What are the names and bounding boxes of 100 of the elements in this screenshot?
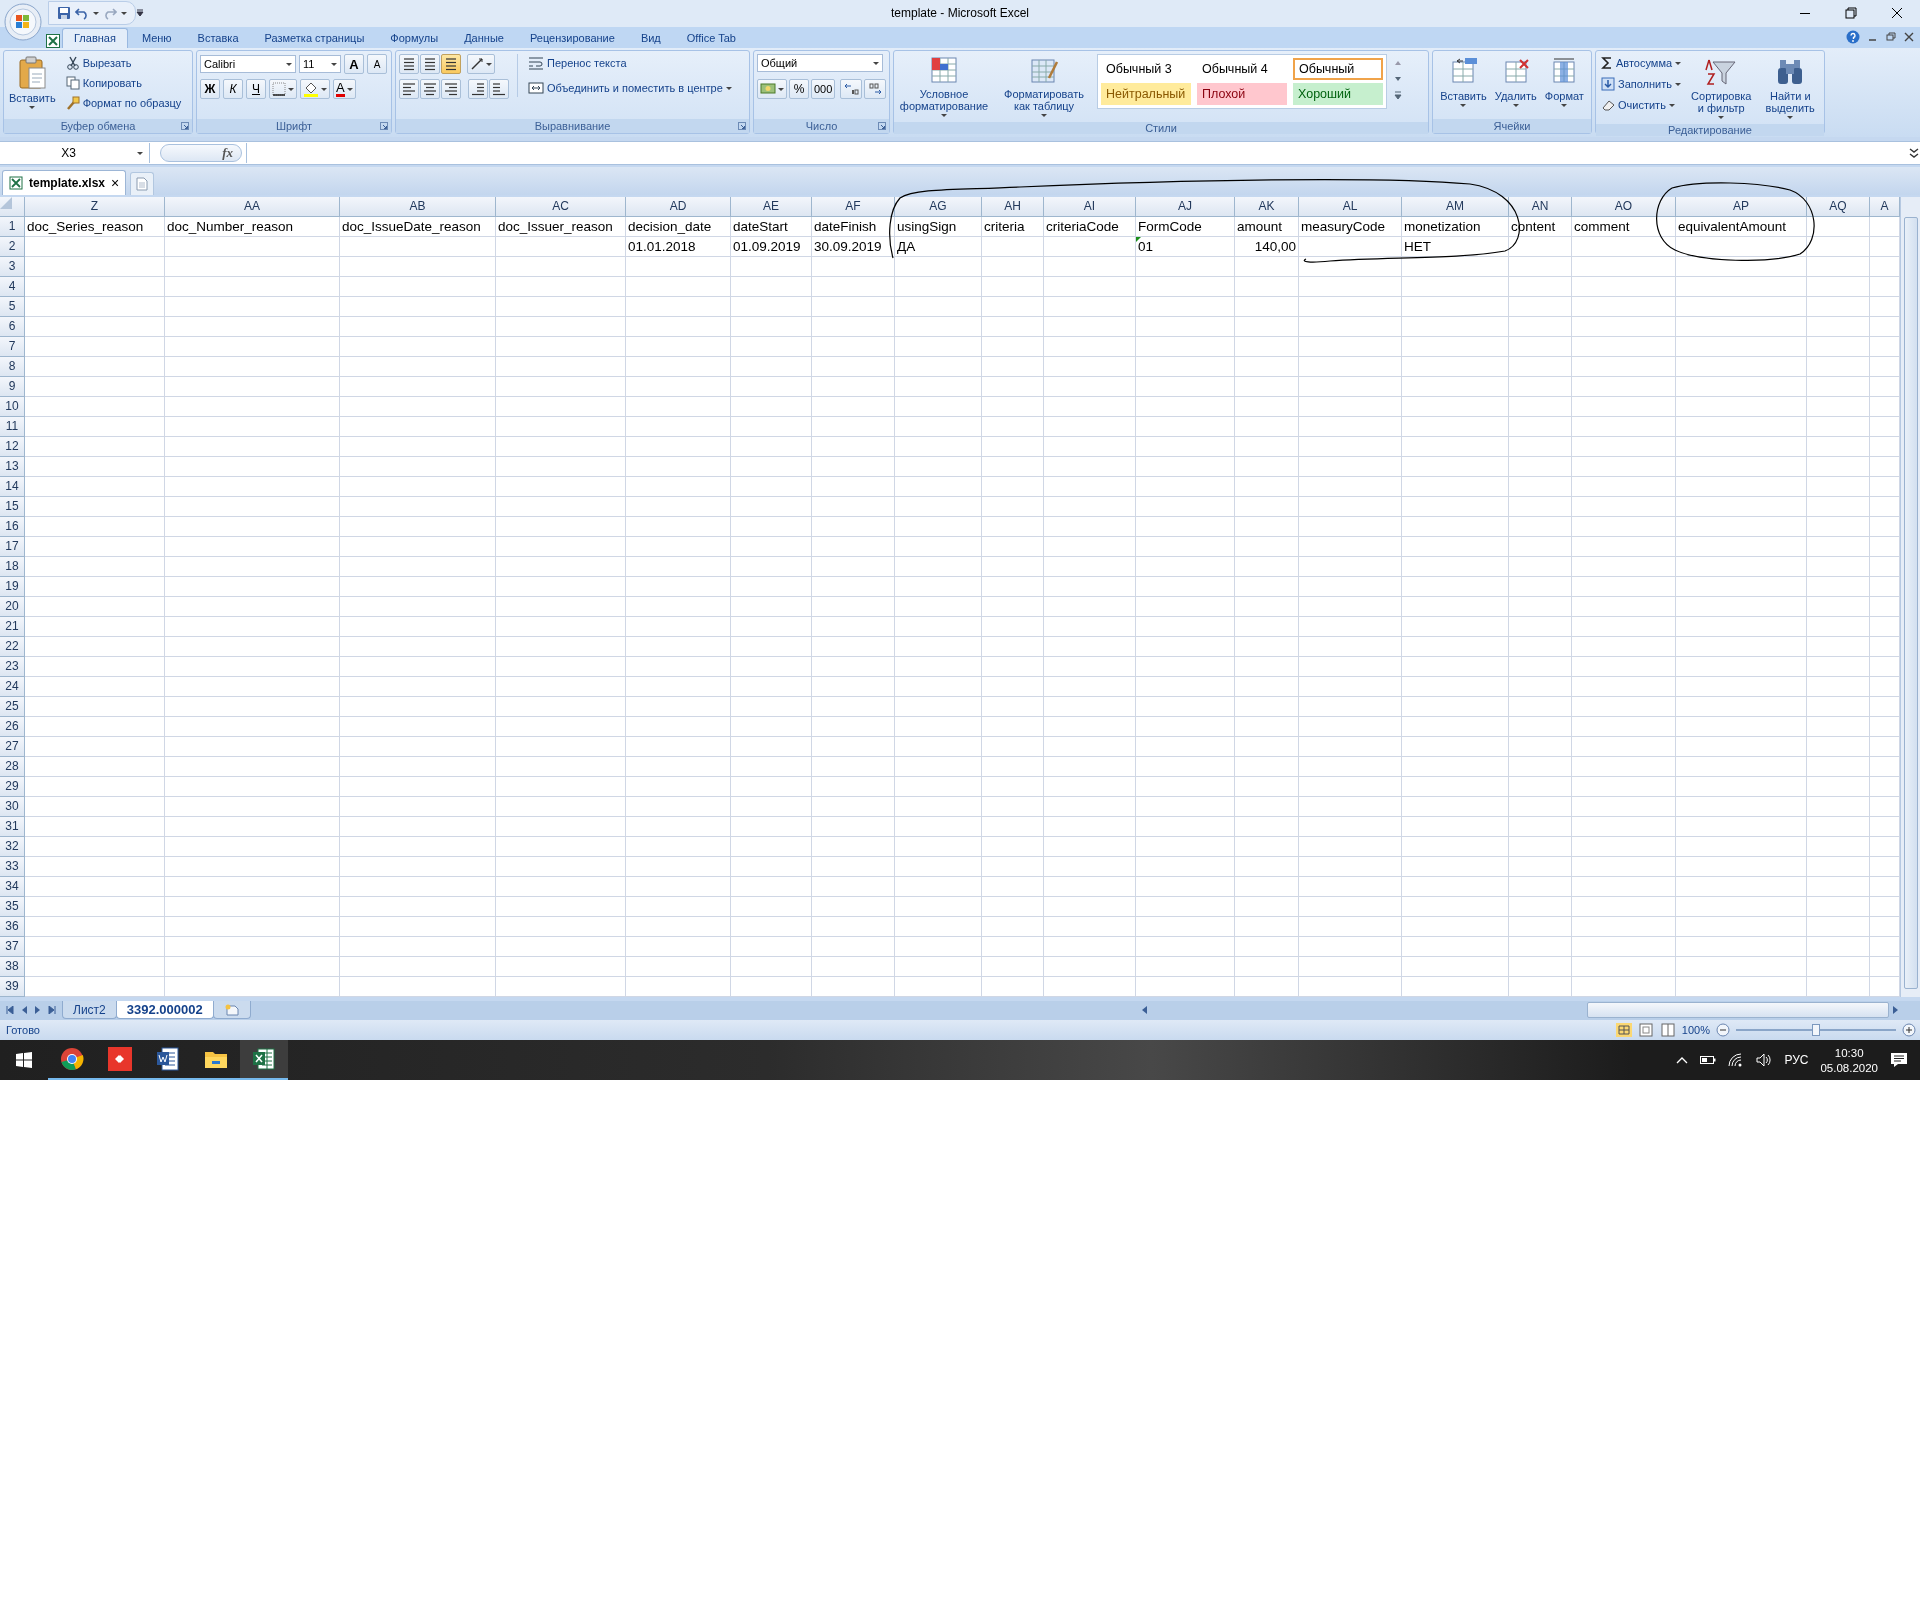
decrease-indent-button[interactable]	[468, 79, 488, 100]
clipboard-icon[interactable]	[17, 56, 48, 91]
column-header[interactable]: AD	[626, 196, 731, 217]
decrease-decimal-button[interactable]	[864, 79, 887, 100]
row-number[interactable]: 36	[0, 916, 25, 937]
save-icon[interactable]	[57, 6, 71, 21]
ribbon-tab[interactable]: Рецензирование	[517, 28, 627, 49]
bold-button[interactable]: Ж	[200, 79, 220, 100]
column-header[interactable]: A	[1870, 196, 1900, 217]
format-as-table-button[interactable]: Форматировать как таблицу	[997, 54, 1091, 120]
cell-style-option[interactable]: Обычный	[1293, 58, 1383, 81]
row-number[interactable]: 16	[0, 516, 25, 537]
caret-icon[interactable]	[486, 62, 492, 66]
taskbar-app-button[interactable]	[240, 1040, 288, 1080]
row-number[interactable]: 26	[0, 716, 25, 737]
align-right-button[interactable]	[441, 79, 461, 100]
close-tab-button[interactable]: ×	[111, 174, 120, 191]
row-number[interactable]: 8	[0, 356, 25, 377]
row-number[interactable]: 18	[0, 556, 25, 577]
battery-icon[interactable]	[1700, 1055, 1717, 1065]
name-box[interactable]: X3	[0, 143, 150, 164]
row-number[interactable]: 6	[0, 316, 25, 337]
orientation-button[interactable]	[467, 54, 495, 75]
notifications-icon[interactable]	[1890, 1052, 1908, 1068]
insert-cells-button[interactable]: Вставить	[1438, 54, 1489, 110]
first-sheet-icon[interactable]	[6, 1006, 14, 1015]
font-name-select[interactable]: Calibri	[200, 55, 296, 74]
find-select-button[interactable]: Найти и выделить	[1759, 54, 1821, 122]
chevron-up-icon[interactable]	[1676, 1056, 1689, 1064]
caret-icon[interactable]	[121, 11, 127, 15]
row-number[interactable]: 10	[0, 396, 25, 417]
row-number[interactable]: 34	[0, 876, 25, 897]
dialog-launcher-icon[interactable]	[181, 122, 189, 131]
row-number[interactable]: 33	[0, 856, 25, 877]
column-header[interactable]: AC	[496, 196, 626, 217]
row-number[interactable]: 29	[0, 776, 25, 797]
row-number[interactable]: 5	[0, 296, 25, 317]
row-number[interactable]: 27	[0, 736, 25, 757]
clear-button[interactable]: Очистить	[1599, 96, 1684, 115]
zoom-in-icon[interactable]	[1902, 1023, 1916, 1038]
row-number[interactable]: 17	[0, 536, 25, 557]
cell-style-option[interactable]: Плохой	[1197, 83, 1287, 106]
column-header[interactable]: AI	[1044, 196, 1136, 217]
zoom-level[interactable]: 100%	[1681, 1024, 1710, 1037]
increase-indent-button[interactable]	[489, 79, 509, 100]
row-number[interactable]: 1	[0, 216, 25, 237]
row-number[interactable]: 13	[0, 456, 25, 477]
caret-icon[interactable]	[1041, 114, 1047, 118]
zoom-out-icon[interactable]	[1716, 1023, 1730, 1038]
row-number[interactable]: 14	[0, 476, 25, 497]
align-left-button[interactable]	[399, 79, 419, 100]
caret-icon[interactable]	[1561, 104, 1568, 108]
caret-icon[interactable]	[321, 87, 327, 91]
column-header[interactable]: AP	[1676, 196, 1807, 217]
caret-icon[interactable]	[29, 106, 36, 110]
scroll-left-icon[interactable]	[1140, 1005, 1148, 1016]
font-color-button[interactable]: A	[333, 79, 356, 100]
column-header[interactable]: AK	[1235, 196, 1299, 217]
column-header[interactable]: AL	[1299, 196, 1402, 217]
column-header[interactable]: AG	[895, 196, 982, 217]
workbook-tab[interactable]: template.xlsx ×	[2, 169, 127, 195]
ribbon-tab[interactable]: Данные	[452, 28, 516, 49]
merge-center-button[interactable]: Объединить и поместить в центре	[526, 79, 734, 98]
tab-label[interactable]: template.xlsx	[29, 175, 106, 190]
customize-toolbar-icon[interactable]	[136, 9, 144, 18]
caret-icon[interactable]	[1675, 61, 1682, 65]
row-number[interactable]: 25	[0, 696, 25, 717]
align-top-button[interactable]	[399, 54, 419, 75]
row-number[interactable]: 39	[0, 976, 25, 997]
speaker-icon[interactable]	[1756, 1053, 1773, 1067]
copy-button[interactable]: Копировать	[63, 74, 184, 93]
ribbon-tab[interactable]: Вставка	[185, 28, 251, 49]
grow-font-button[interactable]: A	[344, 54, 364, 75]
caret-icon[interactable]	[873, 61, 879, 65]
close-icon[interactable]	[1904, 32, 1914, 43]
row-number[interactable]: 24	[0, 676, 25, 697]
caret-icon[interactable]	[1460, 104, 1467, 108]
caret-icon[interactable]	[1787, 116, 1794, 120]
column-header[interactable]: AE	[731, 196, 812, 217]
align-center-button[interactable]	[420, 79, 440, 100]
number-format-select[interactable]: Общий	[757, 54, 883, 73]
caret-icon[interactable]	[1718, 116, 1725, 120]
italic-button[interactable]: К	[223, 79, 243, 100]
format-painter-button[interactable]: Формат по образцу	[63, 94, 184, 113]
last-sheet-icon[interactable]	[48, 1006, 56, 1015]
underline-button[interactable]: Ч	[246, 79, 266, 100]
scroll-right-icon[interactable]	[1892, 1005, 1900, 1016]
caret-icon[interactable]	[941, 114, 947, 118]
ribbon-tab[interactable]: Формулы	[378, 28, 451, 49]
paint-bucket-icon[interactable]	[303, 81, 319, 98]
ribbon-tab[interactable]: Вид	[628, 28, 673, 49]
normal-view-icon[interactable]	[1615, 1023, 1632, 1038]
row-number[interactable]: 3	[0, 256, 25, 277]
percent-button[interactable]: %	[789, 79, 809, 100]
row-number[interactable]: 37	[0, 936, 25, 957]
cell-style-option[interactable]: Хороший	[1293, 83, 1383, 106]
ribbon-tab[interactable]: Главная	[62, 28, 128, 49]
row-number[interactable]: 38	[0, 956, 25, 977]
caret-icon[interactable]	[725, 86, 732, 90]
caret-icon[interactable]	[331, 62, 337, 66]
